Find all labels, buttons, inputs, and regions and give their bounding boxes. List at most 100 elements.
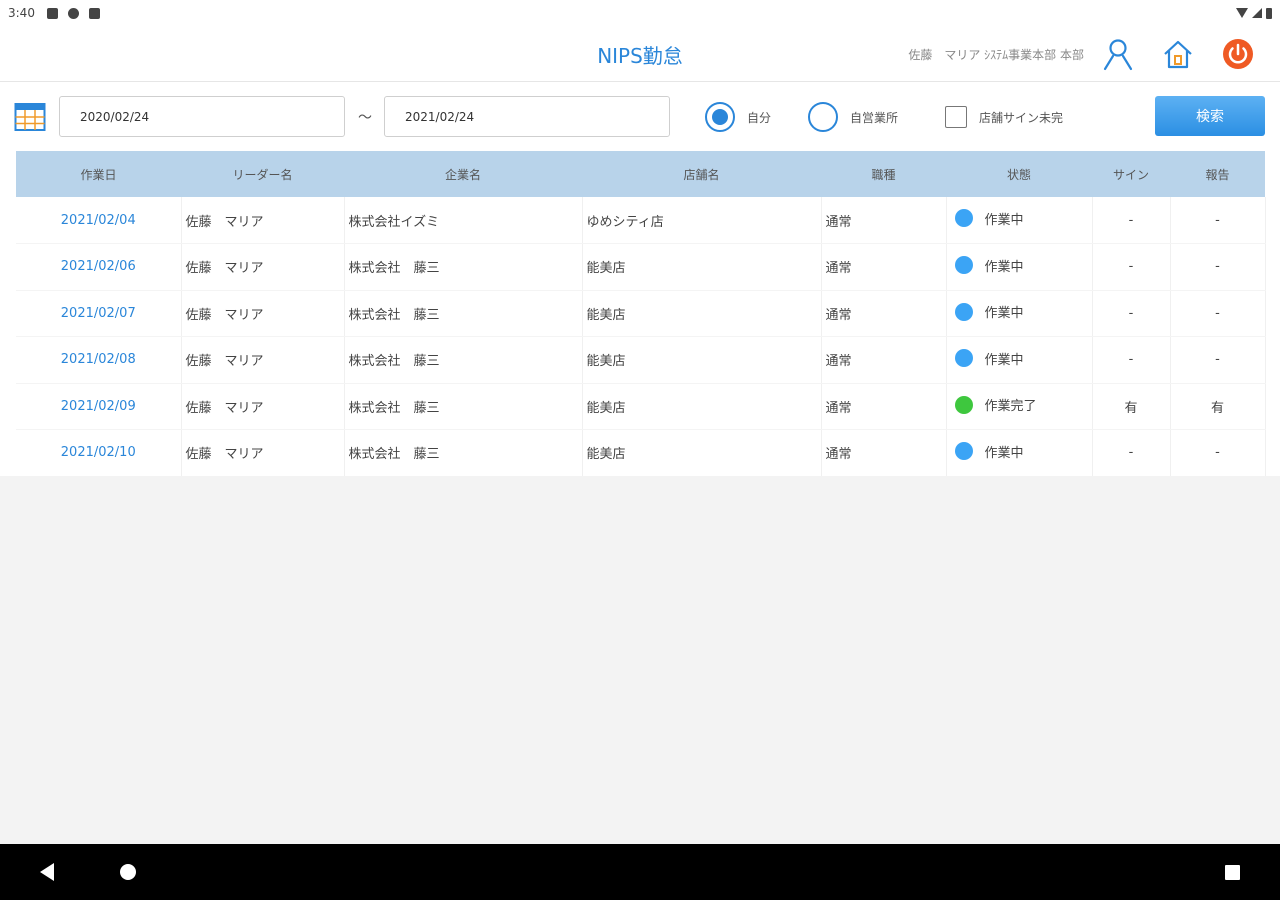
radio-self-label: 自分	[747, 110, 772, 125]
radio-own-office-label: 自営業所	[850, 110, 899, 125]
store-name-cell: ゆめシティ店	[582, 197, 822, 244]
work-date-link[interactable]: 2021/02/10	[16, 429, 182, 477]
status-text: 作業中	[984, 445, 1024, 461]
job-type-cell: 通常	[821, 243, 947, 291]
store-name-cell: 能美店	[582, 429, 822, 477]
work-date-link[interactable]: 2021/02/04	[16, 197, 182, 244]
status-dot-icon	[954, 302, 973, 321]
status-cell: 作業完了	[946, 383, 1093, 430]
report-cell: -	[1170, 197, 1266, 244]
status-cell: 作業中	[946, 429, 1093, 477]
status-dot-icon	[954, 349, 973, 367]
work-date-link[interactable]: 2021/02/09	[16, 383, 182, 430]
job-type-cell: 通常	[821, 429, 947, 477]
nav-back-icon[interactable]	[40, 863, 54, 881]
header-company-name: 企業名	[444, 167, 481, 182]
status-dot-icon	[954, 209, 973, 228]
store-name-cell: 能美店	[582, 383, 822, 430]
status-dot-icon	[954, 256, 973, 274]
job-type-cell: 通常	[821, 197, 947, 244]
status-badge: 作業中	[951, 349, 1024, 368]
table-row[interactable]: 2021/02/07 佐藤 マリア 株式会社 藤三 能美店 通常 作業中 - -	[16, 290, 1266, 337]
calendar-icon[interactable]	[14, 102, 46, 132]
report-cell: 有	[1170, 383, 1266, 430]
nav-home-icon[interactable]	[120, 864, 136, 880]
leader-name-cell: 佐藤 マリア	[181, 290, 345, 337]
status-badge: 作業中	[951, 209, 1024, 228]
status-right	[1236, 7, 1272, 19]
app-header: NIPS勤怠 佐藤 マリア ｼｽﾃﾑ事業本部 本部	[0, 26, 1280, 82]
app-title: NIPS勤怠	[597, 44, 683, 68]
header-report: 報告	[1205, 167, 1230, 182]
search-filter-bar: ～ 自分 自営業所 店舗サイン未完 検索	[0, 96, 1280, 138]
status-dot-icon	[954, 395, 973, 414]
leader-name-cell: 佐藤 マリア	[181, 336, 345, 384]
status-badge: 作業完了	[951, 395, 1037, 414]
store-sign-incomplete-checkbox[interactable]: 店舗サイン未完	[945, 106, 1063, 128]
table-row[interactable]: 2021/02/06 佐藤 マリア 株式会社 藤三 能美店 通常 作業中 - -	[16, 243, 1266, 291]
status-badge: 作業中	[951, 442, 1024, 461]
battery-icon	[1266, 7, 1272, 19]
report-cell: -	[1170, 290, 1266, 337]
sync-icon	[67, 7, 79, 19]
sign-cell: 有	[1092, 383, 1171, 430]
header-job-type: 職種	[871, 167, 896, 182]
job-type-cell: 通常	[821, 383, 947, 430]
status-time: 3:40	[8, 6, 35, 20]
job-type-cell: 通常	[821, 336, 947, 384]
company-name-cell: 株式会社 藤三	[344, 383, 583, 430]
work-date-link[interactable]: 2021/02/07	[16, 290, 182, 337]
table-row[interactable]: 2021/02/04 佐藤 マリア 株式会社イズミ ゆめシティ店 通常 作業中 - -	[16, 197, 1266, 244]
report-cell: -	[1170, 243, 1266, 291]
logout-button[interactable]	[1220, 36, 1256, 72]
user-icon	[1103, 39, 1133, 71]
empty-content-area	[0, 476, 1280, 844]
company-name-cell: 株式会社 藤三	[344, 290, 583, 337]
navigation-bar	[0, 844, 1280, 900]
report-cell: -	[1170, 336, 1266, 384]
work-date-link[interactable]: 2021/02/08	[16, 336, 182, 384]
table-row[interactable]: 2021/02/10 佐藤 マリア 株式会社 藤三 能美店 通常 作業中 - -	[16, 429, 1266, 477]
job-type-cell: 通常	[821, 290, 947, 337]
report-cell: -	[1170, 429, 1266, 477]
radio-own-office-indicator	[808, 102, 838, 132]
header-work-date: 作業日	[80, 167, 117, 182]
status-cell: 作業中	[946, 336, 1093, 384]
company-name-cell: 株式会社 藤三	[344, 336, 583, 384]
date-separator: ～	[358, 110, 372, 126]
sd-card-icon	[88, 7, 100, 19]
status-bar: 3:40	[0, 0, 1280, 26]
table-row[interactable]: 2021/02/09 佐藤 マリア 株式会社 藤三 能美店 通常 作業完了 有有	[16, 383, 1266, 430]
radio-self[interactable]: 自分	[705, 102, 771, 132]
status-badge: 作業中	[951, 302, 1024, 321]
table-row[interactable]: 2021/02/08 佐藤 マリア 株式会社 藤三 能美店 通常 作業中 - -	[16, 336, 1266, 384]
status-cell: 作業中	[946, 290, 1093, 337]
work-date-link[interactable]: 2021/02/06	[16, 243, 182, 291]
date-from-input[interactable]	[59, 96, 345, 137]
status-dot-icon	[954, 442, 973, 460]
store-name-cell: 能美店	[582, 290, 822, 337]
home-button[interactable]	[1160, 36, 1196, 72]
status-text: 作業中	[984, 352, 1024, 368]
status-badge: 作業中	[951, 256, 1024, 275]
header-sign: サイン	[1112, 167, 1149, 182]
store-name-cell: 能美店	[582, 336, 822, 384]
status-text: 作業中	[984, 212, 1024, 228]
leader-name-cell: 佐藤 マリア	[181, 383, 345, 430]
header-store-name: 店舗名	[683, 167, 720, 182]
status-cell: 作業中	[946, 243, 1093, 291]
sign-cell: -	[1092, 197, 1171, 244]
nav-recents-icon[interactable]	[1225, 865, 1240, 880]
table-header-row: 作業日 リーダー名 企業名 店舗名 職種 状態 サイン 報告	[16, 151, 1265, 197]
user-info: 佐藤 マリア ｼｽﾃﾑ事業本部 本部	[908, 48, 1084, 62]
date-to-input[interactable]	[384, 96, 670, 137]
user-profile-button[interactable]	[1100, 36, 1136, 72]
power-icon	[1223, 39, 1253, 69]
leader-name-cell: 佐藤 マリア	[181, 197, 345, 244]
checkbox-box	[945, 106, 967, 128]
radio-own-office[interactable]: 自営業所	[808, 102, 898, 132]
store-name-cell: 能美店	[582, 243, 822, 291]
search-button[interactable]: 検索	[1155, 96, 1265, 136]
company-name-cell: 株式会社イズミ	[344, 197, 583, 244]
header-leader-name: リーダー名	[232, 167, 293, 182]
